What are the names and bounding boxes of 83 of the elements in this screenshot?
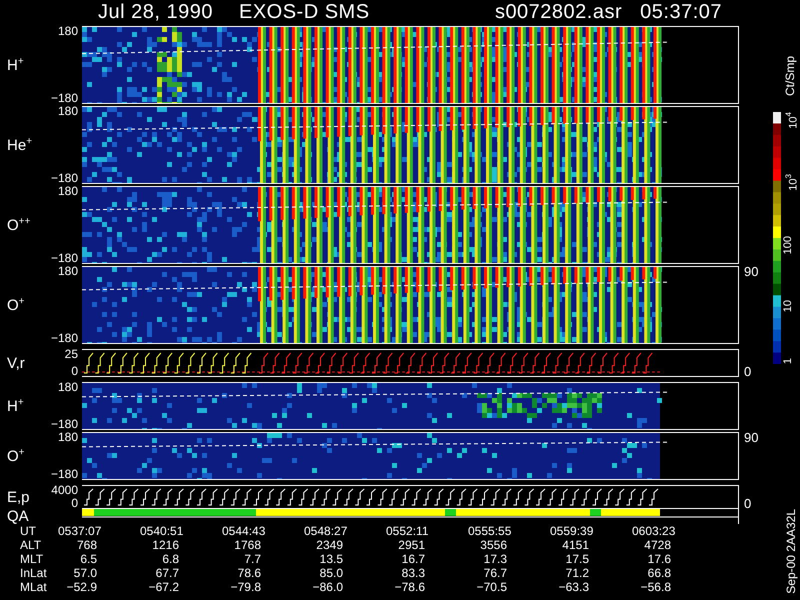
axis-tick-label: 180 (58, 432, 78, 443)
axis-tick-label: −180 (50, 173, 78, 184)
table-cell-text: 0603:23 (632, 524, 676, 538)
axis-tick-label: −180 (50, 93, 78, 104)
table-cell-text: −56.8 (640, 580, 672, 594)
table-cell-text: 83.3 (400, 566, 426, 580)
table-cell-text: 17.5 (564, 552, 590, 566)
table-cell-text: 4728 (643, 538, 672, 552)
table-cell-text: −78.6 (394, 580, 426, 594)
colorbar-unit: Ct/Smp (784, 56, 796, 96)
axis-tick-label: 25 (64, 349, 78, 360)
table-cell-text: 0537:07 (58, 524, 102, 538)
axis-tick-label: 180 (58, 382, 78, 393)
table-cell-text: 2951 (397, 538, 426, 552)
axis-tick-label: 180 (58, 26, 78, 37)
axis-tick-label: −180 (50, 419, 78, 430)
start-time: 05:37:07 (640, 2, 722, 22)
axis-tick-label: 180 (58, 266, 78, 277)
table-cell-text: 0555:55 (468, 524, 512, 538)
axis-tick-label: 0 (744, 498, 752, 509)
axis-tick-label: −180 (50, 333, 78, 344)
row-label: ALT (19, 538, 42, 552)
table-cell-text: 78.6 (236, 566, 262, 580)
table-cell-text: 66.8 (646, 566, 672, 580)
panel-label: H$^{+}$ (7, 57, 24, 73)
table-cell-text: 0540:51 (140, 524, 184, 538)
panel-label: H$^{+}$ (7, 398, 24, 414)
table-cell-text: 6.8 (161, 552, 180, 566)
table-cell-text: −63.3 (558, 580, 590, 594)
row-label: UT (19, 524, 37, 538)
axis-tick-label: 180 (58, 106, 78, 117)
colorbar-label: 10 (783, 300, 796, 312)
table-cell-text: −79.8 (230, 580, 262, 594)
table-cell-text: 17.3 (482, 552, 508, 566)
table-cell-text: 0552:11 (386, 524, 430, 538)
axis-tick-label: 90 (744, 432, 760, 443)
table-cell-text: 0559:39 (550, 524, 594, 538)
axis-tick-label: 0 (744, 366, 752, 377)
table-cell-text: 0548:27 (304, 524, 348, 538)
table-cell-text: 1768 (233, 538, 262, 552)
table-cell-text: −86.0 (312, 580, 344, 594)
table-cell-text: 6.5 (79, 552, 98, 566)
axis-tick-label: 4000 (51, 485, 78, 496)
axis-tick-label: −180 (50, 469, 78, 480)
table-cell-text: 3556 (479, 538, 508, 552)
colorbar-label: 1 (783, 358, 796, 364)
table-cell-text: 768 (76, 538, 98, 552)
axis-tick-label: 90 (744, 266, 760, 277)
table-cell-text: 13.5 (318, 552, 344, 566)
row-label: MLT (19, 552, 44, 566)
table-cell-text: 76.7 (482, 566, 508, 580)
table-cell-text: 71.2 (564, 566, 590, 580)
axis-tick-label: −180 (50, 253, 78, 264)
plot-date: Jul 28, 1990 (98, 2, 213, 22)
table-cell-text: −52.9 (66, 580, 98, 594)
version-label: Sep-00 2AA32L (785, 509, 797, 594)
axis-tick-label: 180 (58, 186, 78, 197)
table-cell-text: 2349 (315, 538, 344, 552)
table-cell-text: 4151 (561, 538, 590, 552)
panel-label: V,r (7, 356, 25, 370)
table-cell-text: 67.7 (154, 566, 180, 580)
axis-tick-label: 0 (71, 498, 78, 509)
table-cell-text: −67.2 (148, 580, 180, 594)
panel-label: QA (7, 509, 29, 524)
panel-label: E,p (7, 490, 30, 504)
row-label: MLat (19, 580, 48, 594)
panel-label: O$^{++}$ (7, 217, 30, 233)
table-cell-text: 17.6 (646, 552, 672, 566)
file-name: s0072802.asr (494, 2, 622, 22)
table-cell-text: 1216 (151, 538, 180, 552)
instrument-title: EXOS-D SMS (238, 2, 371, 22)
panel-label: O$^{+}$ (7, 297, 25, 313)
table-cell-text: 57.0 (72, 566, 98, 580)
table-cell-text: −70.5 (476, 580, 508, 594)
axis-tick-label: 0 (71, 366, 78, 377)
table-cell-text: 0544:43 (222, 524, 266, 538)
panel-label: O$^{+}$ (7, 448, 25, 464)
table-cell-text: 85.0 (318, 566, 344, 580)
panel-label: He$^{+}$ (7, 137, 32, 153)
table-cell-text: 7.7 (243, 552, 262, 566)
colorbar-label: 100 (783, 236, 796, 255)
table-cell-text: 16.7 (400, 552, 426, 566)
row-label: InLat (19, 566, 48, 580)
